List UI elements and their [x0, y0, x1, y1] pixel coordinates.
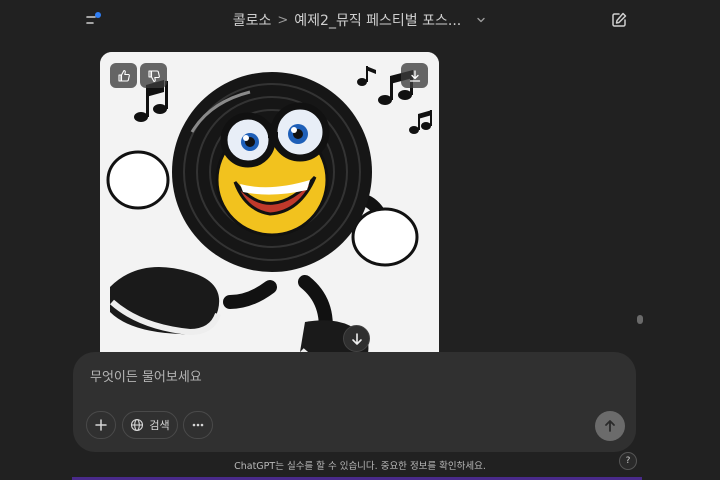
project-name-link[interactable]: 콜로소 [233, 10, 272, 30]
send-button[interactable] [595, 411, 625, 441]
globe-icon [131, 418, 144, 432]
chevron-down-icon[interactable] [475, 14, 487, 26]
more-tools-button[interactable] [183, 411, 213, 439]
help-button[interactable]: ? [619, 452, 637, 470]
plus-icon [95, 419, 107, 431]
search-label: 검색 [149, 419, 170, 432]
new-chat-button[interactable] [607, 8, 631, 32]
disclaimer-text: ChatGPT는 실수를 할 수 있습니다. 중요한 정보를 확인하세요. [234, 461, 486, 472]
download-image-button[interactable] [401, 63, 428, 88]
chat-title[interactable]: 예제2_뮤직 페스티벌 포스... [294, 10, 461, 30]
scroll-to-bottom-button[interactable] [343, 325, 370, 352]
thumbs-up-icon [117, 69, 130, 82]
arrow-down-icon [351, 332, 362, 345]
generated-image[interactable] [100, 52, 439, 382]
arrow-up-icon [605, 420, 615, 432]
search-button[interactable]: 검색 [122, 411, 178, 439]
dislike-button[interactable] [140, 63, 167, 88]
thumbs-down-icon [147, 69, 160, 82]
top-bar: 콜로소 > 예제2_뮤직 페스티벌 포스... [0, 0, 720, 40]
download-icon [409, 69, 420, 82]
attach-button[interactable] [86, 411, 116, 439]
message-composer[interactable]: 무엇이든 물어보세요 검색 [73, 352, 636, 452]
edit-icon [612, 12, 627, 27]
scrollbar-thumb[interactable] [637, 315, 643, 324]
vinyl-mascot-illustration [100, 52, 439, 382]
like-button[interactable] [110, 63, 137, 88]
more-icon [192, 423, 204, 427]
breadcrumb-separator: > [277, 12, 289, 28]
message-input[interactable]: 무엇이든 물어보세요 [90, 366, 202, 385]
